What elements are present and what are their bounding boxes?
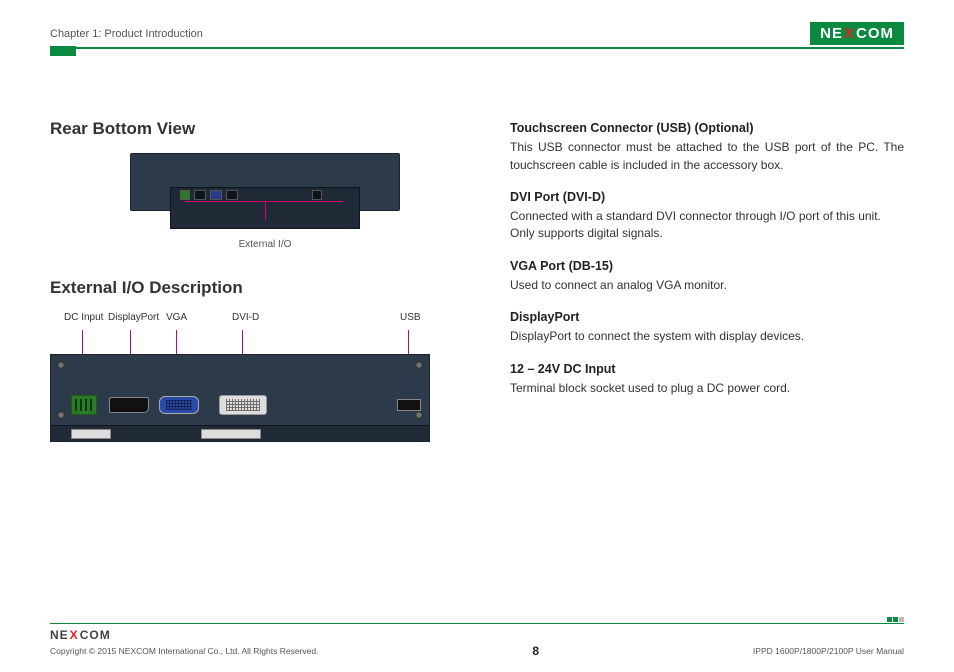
label-dvi-d: DVI-D [232, 312, 259, 323]
port-displayport [109, 397, 149, 413]
section-heading: 12 – 24V DC Input [510, 360, 904, 378]
doc-title: IPPD 1600P/1800P/2100P User Manual [753, 646, 904, 656]
section-body: Connected with a standard DVI connector … [510, 208, 904, 243]
rear-bottom-view-figure [130, 153, 400, 233]
mini-port-dp [194, 190, 206, 200]
mini-port-usb [312, 190, 322, 200]
page-footer: NEXCOM Copyright © 2015 NEXCOM Internati… [50, 623, 904, 659]
brand-logo: NEXCOM [810, 22, 904, 45]
footer-brand-logo: NEXCOM [50, 628, 904, 642]
fig2-labels: DC Input DisplayPort VGA DVI-D USB [50, 312, 430, 326]
base-label-decor [71, 429, 111, 439]
screw-icon [415, 411, 423, 419]
port-vga [159, 396, 199, 414]
port-dc-input [71, 395, 97, 415]
footer-rule [50, 623, 904, 625]
section-body: DisplayPort to connect the system with d… [510, 328, 904, 345]
device-base-strip [51, 425, 429, 441]
label-vga: VGA [166, 312, 187, 323]
screw-icon [57, 411, 65, 419]
description-column: Touchscreen Connector (USB) (Optional) Th… [510, 119, 904, 460]
mini-port-strip [180, 190, 322, 200]
mini-port-dc [180, 190, 190, 200]
mini-port-dvi [226, 190, 238, 200]
callout-stem [265, 201, 266, 221]
section-heading: DisplayPort [510, 308, 904, 326]
port-usb [397, 399, 421, 411]
label-usb: USB [400, 312, 421, 323]
base-label-decor [201, 429, 261, 439]
chapter-title: Chapter 1: Product Introduction [50, 28, 203, 40]
page-header: Chapter 1: Product Introduction NEXCOM [50, 22, 904, 45]
device-bottom-chassis [50, 354, 430, 442]
section-heading: VGA Port (DB-15) [510, 257, 904, 275]
header-tab-decor [50, 46, 76, 56]
section-body: This USB connector must be attached to t… [510, 139, 904, 174]
section-heading: Touchscreen Connector (USB) (Optional) [510, 119, 904, 137]
label-displayport: DisplayPort [108, 312, 159, 323]
label-dc-input: DC Input [64, 312, 103, 323]
header-rule [50, 47, 904, 49]
callout-hbar [184, 201, 344, 202]
mini-port-vga [210, 190, 222, 200]
page-number: 8 [532, 644, 539, 658]
copyright-text: Copyright © 2015 NEXCOM International Co… [50, 646, 318, 656]
section-body: Terminal block socket used to plug a DC … [510, 380, 904, 397]
external-io-figure [50, 330, 430, 450]
external-io-heading: External I/O Description [50, 278, 480, 298]
footer-squares-decor [887, 617, 904, 622]
port-dvi-d [219, 395, 267, 415]
screw-icon [415, 361, 423, 369]
fig1-caption: External I/O [50, 239, 480, 250]
screw-icon [57, 361, 65, 369]
section-heading: DVI Port (DVI-D) [510, 188, 904, 206]
rear-bottom-view-heading: Rear Bottom View [50, 119, 480, 139]
section-body: Used to connect an analog VGA monitor. [510, 277, 904, 294]
